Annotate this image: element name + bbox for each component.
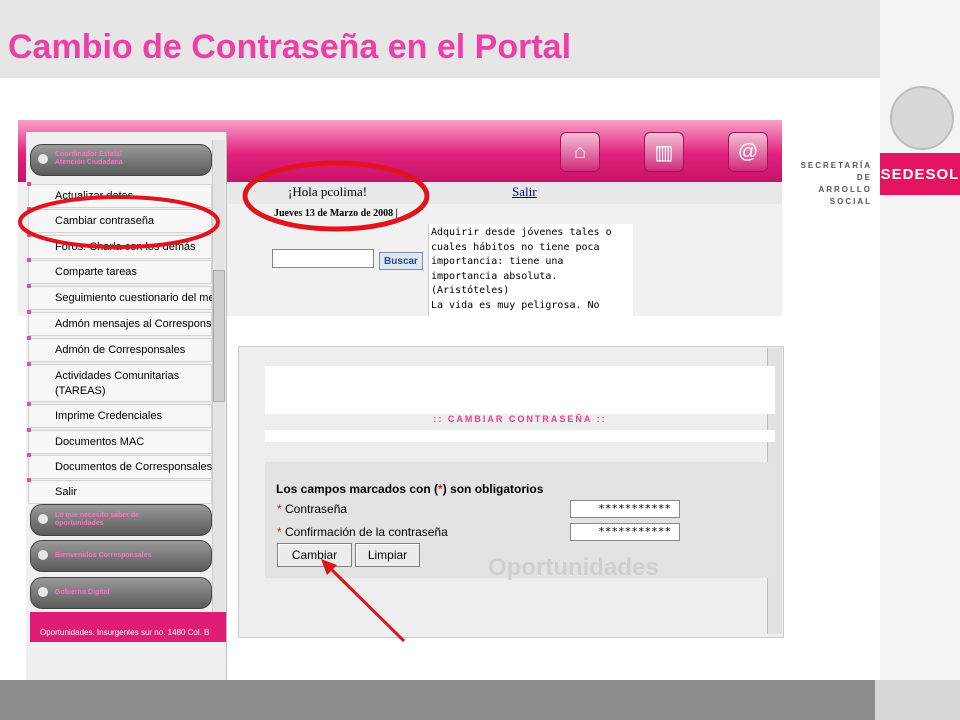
home-icon[interactable]: ⌂	[560, 132, 600, 172]
menu-bullet-icon	[27, 233, 31, 237]
menu-bullet-icon	[27, 428, 31, 432]
menu-scroll-thumb[interactable]	[213, 270, 225, 402]
menu-item-label: Foros: Charla con los demás	[55, 241, 196, 253]
slide-footer	[0, 680, 875, 720]
pill-bullet-icon	[38, 587, 48, 597]
menu-bullet-icon	[27, 182, 31, 186]
mexico-seal-icon	[890, 86, 954, 150]
required-note: Los campos marcados con (*) son obligato…	[276, 482, 543, 496]
menu-item-label: Actividades Comunitarias	[55, 370, 180, 382]
confirm-label-text: Confirmación de la contraseña	[285, 525, 448, 539]
menu-item-label: Comparte tareas	[55, 266, 137, 278]
form-heading: :: CAMBIAR CONTRASEÑA ::	[433, 414, 607, 424]
greeting-text: ¡Hola pcolima!	[288, 184, 368, 199]
clear-button[interactable]: Limpiar	[355, 543, 420, 567]
pill-lo-que-necesito[interactable]: Lo que necesito saber de oportunidades	[30, 504, 212, 536]
pill-gobierno-label: Gobierno Digital	[55, 589, 110, 596]
password-label: * Contraseña	[277, 502, 347, 516]
pill-gobierno-digital[interactable]: Gobierno Digital	[30, 577, 212, 609]
pill-que-line1: Lo que necesito saber de	[55, 512, 140, 519]
pill-bullet-icon	[38, 550, 48, 560]
logout-link[interactable]: Salir	[512, 184, 537, 200]
oportunidades-watermark: Oportunidades	[488, 554, 659, 581]
quote-box: Adquirir desde jóvenes tales o cuales há…	[428, 224, 633, 316]
menu-item-label: Salir	[55, 486, 78, 498]
password-field[interactable]: ***********	[570, 500, 680, 518]
email-icon[interactable]: @	[728, 132, 768, 172]
secretaria-text: SECRETARÍA DE ARROLLO SOCIAL	[790, 160, 872, 208]
portal-footer	[30, 612, 226, 642]
menu-item-label: Documentos MAC	[55, 436, 145, 448]
menu-item-label-line2: (TAREAS)	[55, 385, 106, 397]
pill-bullet-icon	[38, 154, 48, 164]
menu-bullet-icon	[27, 258, 31, 262]
menu-bullet-icon	[27, 453, 31, 457]
date-text: Jueves 13 de Marzo de 2008 |	[274, 208, 398, 219]
pill-bullet-icon	[38, 514, 48, 524]
pill-que-line2: oportunidades	[55, 520, 104, 527]
sedesol-badge: SEDESOL	[880, 153, 960, 195]
required-after: ) son obligatorios	[442, 482, 544, 496]
confirm-password-field[interactable]: ***********	[570, 523, 680, 541]
slide-footer-right	[875, 680, 960, 720]
menu-item-label: Imprime Credenciales	[55, 410, 162, 422]
menu-bullet-icon	[27, 478, 31, 482]
menu-bullet-icon	[27, 402, 31, 406]
required-before: Los campos marcados con (	[276, 482, 439, 496]
password-label-text: Contraseña	[285, 502, 348, 516]
menu-bullet-icon	[27, 310, 31, 314]
menu-bullet-icon	[27, 207, 31, 211]
menu-item-label: Admón mensajes al Corresponsal	[55, 318, 221, 330]
confirm-label: * Confirmación de la contraseña	[277, 525, 448, 539]
menu-item-label: Actualizar datos	[55, 190, 134, 202]
books-icon[interactable]: ▥	[644, 132, 684, 172]
form-divider	[265, 430, 775, 442]
secretaria-line1: SECRETARÍA DE	[800, 161, 872, 182]
address-text: Oportunidades. Insurgentes sur no. 1480 …	[40, 628, 210, 637]
required-star: *	[277, 525, 282, 539]
secretaria-line2: ARROLLO SOCIAL	[818, 185, 872, 206]
coordinator-line2: Atención Ciudadana	[55, 159, 123, 166]
menu-item-label: Seguimiento cuestionario del mes	[55, 292, 221, 304]
menu-bullet-icon	[27, 336, 31, 340]
pill-bienvenidos[interactable]: Bienvenidos Corresponsales	[30, 540, 212, 572]
pill-bienvenidos-label: Bienvenidos Corresponsales	[55, 552, 152, 559]
change-button[interactable]: Cambiar	[277, 543, 352, 567]
search-input[interactable]	[272, 249, 374, 268]
slide-title: Cambio de Contraseña en el Portal	[8, 28, 572, 66]
form-top-area	[265, 366, 775, 414]
menu-item-label: Admón de Corresponsales	[55, 344, 186, 356]
menu-item-label: Cambiar contraseña	[55, 215, 155, 227]
menu-item-label: Documentos de Corresponsales	[55, 461, 213, 473]
coordinator-line1: Coordinador Estatal	[55, 151, 122, 158]
menu-bullet-icon	[27, 284, 31, 288]
required-star: *	[277, 502, 282, 516]
coordinator-pill[interactable]: Coordinador Estatal Atención Ciudadana	[30, 144, 212, 176]
menu-bullet-icon	[27, 362, 31, 366]
search-button[interactable]: Buscar	[379, 252, 423, 270]
